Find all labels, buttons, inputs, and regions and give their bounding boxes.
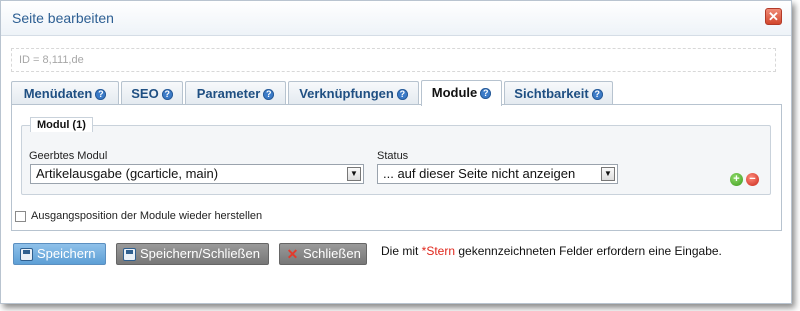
id-field: ID = 8,111,de: [11, 48, 776, 72]
module-fieldset: Modul (1) Geerbtes Modul Artikelausgabe …: [21, 117, 771, 195]
help-icon[interactable]: ?: [95, 89, 107, 100]
status-label: Status: [377, 150, 409, 162]
status-select[interactable]: ... auf dieser Seite nicht anzeigen ▼: [377, 164, 618, 184]
close-icon[interactable]: ✕: [765, 8, 782, 25]
tab-label: Module: [431, 85, 478, 100]
tab-label: Menüdaten: [23, 86, 93, 101]
save-close-button[interactable]: Speichern/Schließen: [116, 243, 269, 265]
tab-seo[interactable]: SEO?: [121, 81, 183, 104]
add-module-icon[interactable]: +: [730, 173, 743, 186]
close-button[interactable]: ✕ Schließen: [279, 243, 367, 265]
tab-label: Parameter: [196, 86, 261, 101]
tab-label: Verknüpfungen: [299, 86, 394, 101]
note-suffix: gekennzeichneten Felder erfordern eine E…: [455, 244, 722, 258]
close-x-icon: ✕: [286, 246, 299, 262]
reset-position-checkbox[interactable]: [15, 211, 26, 222]
save-close-button-label: Speichern/Schließen: [140, 246, 260, 261]
module-legend: Modul (1): [30, 117, 93, 132]
module-select-value: Artikelausgabe (gcarticle, main): [36, 166, 219, 181]
tab-menudaten[interactable]: Menüdaten?: [11, 81, 119, 104]
remove-module-icon[interactable]: −: [746, 173, 759, 186]
help-icon[interactable]: ?: [161, 89, 173, 100]
help-icon[interactable]: ?: [480, 88, 492, 99]
required-star: *Stern: [421, 244, 456, 258]
module-select[interactable]: Artikelausgabe (gcarticle, main) ▼: [30, 164, 364, 184]
floppy-disk-icon: [20, 248, 33, 261]
required-fields-note: Die mit *Stern gekennzeichneten Felder e…: [381, 244, 722, 258]
save-button-label: Speichern: [37, 246, 96, 261]
edit-page-dialog: Seite bearbeiten ✕ ID = 8,111,de Menüdat…: [0, 0, 792, 304]
dialog-title: Seite bearbeiten: [12, 10, 114, 26]
chevron-down-icon: ▼: [601, 167, 615, 181]
floppy-disk-icon: [123, 248, 136, 261]
chevron-down-icon: ▼: [347, 167, 361, 181]
help-icon[interactable]: ?: [591, 89, 603, 100]
help-icon[interactable]: ?: [263, 89, 275, 100]
note-prefix: Die mit: [381, 244, 422, 258]
reset-position-label: Ausgangsposition der Module wieder herst…: [31, 210, 263, 222]
tab-sichtbarkeit[interactable]: Sichtbarkeit?: [504, 81, 613, 104]
status-select-value: ... auf dieser Seite nicht anzeigen: [383, 166, 576, 181]
tab-verknuepfungen[interactable]: Verknüpfungen?: [288, 81, 419, 104]
dialog-titlebar: Seite bearbeiten ✕: [1, 1, 791, 36]
help-icon[interactable]: ?: [396, 89, 408, 100]
module-label: Geerbtes Modul: [29, 150, 108, 162]
tab-label: Sichtbarkeit: [514, 86, 589, 101]
tab-label: SEO: [131, 86, 159, 101]
tab-module[interactable]: Module?: [421, 80, 502, 106]
tab-parameter[interactable]: Parameter?: [185, 81, 286, 104]
save-button[interactable]: Speichern: [13, 243, 106, 265]
close-button-label: Schließen: [303, 246, 361, 261]
